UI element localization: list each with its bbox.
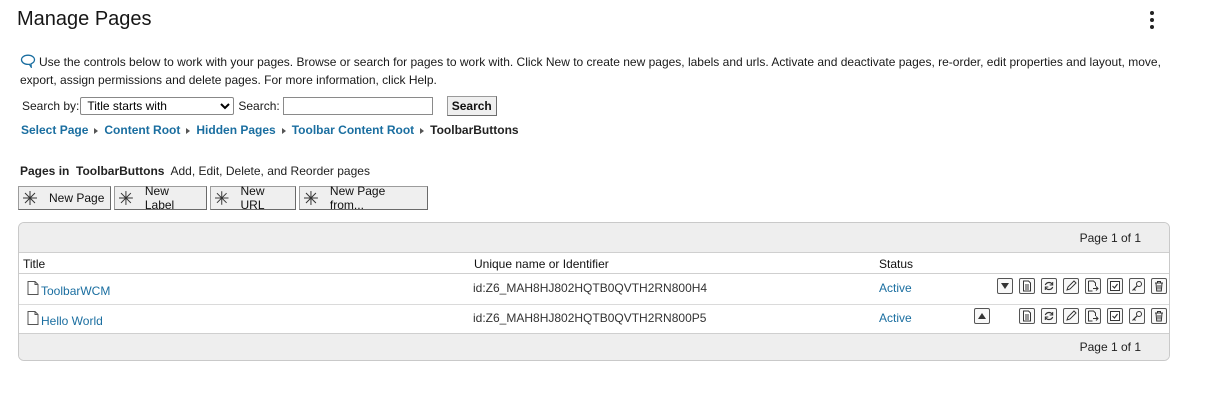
pages-table: Page 1 of 1 Title Unique name or Identif… — [18, 222, 1170, 361]
properties-icon[interactable] — [1019, 278, 1035, 294]
permissions-icon[interactable] — [1129, 308, 1145, 324]
new-star-icon — [119, 191, 133, 205]
edit-layout-icon[interactable] — [1107, 308, 1123, 324]
new-page-from-button[interactable]: New Page from... — [299, 184, 428, 212]
new-url-label: New URL — [240, 184, 265, 212]
pager-top: Page 1 of 1 — [19, 223, 1169, 252]
properties-icon[interactable] — [1019, 308, 1035, 324]
new-buttons-toolbar: New Page New Label New URL New Page from… — [18, 184, 431, 212]
new-url-button[interactable]: New URL — [210, 184, 296, 212]
pages-in-prefix: Pages in — [20, 164, 70, 178]
pages-in-suffix: Add, Edit, Delete, and Reorder pages — [170, 164, 370, 178]
column-title: Title — [23, 257, 46, 271]
row-uid: id:Z6_MAH8HJ802HQTB0QVTH2RN800H4 — [473, 281, 708, 295]
delete-icon[interactable] — [1151, 308, 1167, 324]
new-star-icon — [23, 191, 37, 205]
row-title-link[interactable]: ToolbarWCM — [41, 284, 110, 298]
move-icon[interactable] — [1085, 308, 1101, 324]
kebab-menu-icon[interactable] — [1142, 8, 1162, 32]
edit-layout-icon[interactable] — [1107, 278, 1123, 294]
page-document-icon — [27, 311, 39, 325]
pager-bottom: Page 1 of 1 — [19, 333, 1169, 360]
new-page-button[interactable]: New Page — [18, 186, 111, 210]
edit-icon[interactable] — [1063, 308, 1079, 324]
page-document-icon — [27, 281, 39, 295]
page-title: Manage Pages — [17, 8, 152, 30]
help-description: Use the controls below to work with your… — [20, 53, 1190, 89]
row-uid: id:Z6_MAH8HJ802HQTB0QVTH2RN800P5 — [473, 311, 707, 325]
permissions-icon[interactable] — [1129, 278, 1145, 294]
pages-in-name: ToolbarButtons — [76, 164, 165, 178]
search-bar: Search by: Title starts with Search: Sea… — [22, 96, 497, 116]
breadcrumb-hidden-pages[interactable]: Hidden Pages — [196, 123, 275, 137]
row-title-link[interactable]: Hello World — [41, 314, 103, 328]
row-status-link[interactable]: Active — [879, 311, 912, 325]
row-status-link[interactable]: Active — [879, 281, 912, 295]
new-label-button[interactable]: New Label — [114, 184, 207, 212]
row-title-cell: ToolbarWCM — [27, 281, 110, 298]
activate-icon[interactable] — [1041, 308, 1057, 324]
new-page-from-label: New Page from... — [329, 184, 386, 212]
search-button[interactable]: Search — [446, 96, 497, 116]
breadcrumb-toolbar-content-root[interactable]: Toolbar Content Root — [292, 123, 414, 137]
breadcrumb-select-page[interactable]: Select Page — [21, 123, 88, 137]
new-label-label: New Label — [144, 184, 175, 212]
edit-icon[interactable] — [1063, 278, 1079, 294]
table-row: ToolbarWCM id:Z6_MAH8HJ802HQTB0QVTH2RN80… — [19, 275, 1169, 305]
breadcrumb-separator-icon — [94, 128, 99, 134]
delete-icon[interactable] — [1151, 278, 1167, 294]
breadcrumb-current: ToolbarButtons — [430, 123, 519, 137]
breadcrumb-separator-icon — [281, 128, 286, 134]
breadcrumb-separator-icon — [186, 128, 191, 134]
table-header: Title Unique name or Identifier Status — [19, 252, 1169, 274]
search-input[interactable] — [282, 97, 433, 115]
move-up-icon[interactable] — [974, 308, 990, 324]
pager-top-text: Page 1 of 1 — [1079, 230, 1141, 245]
search-by-label: Search by: — [22, 99, 80, 113]
move-icon[interactable] — [1085, 278, 1101, 294]
breadcrumb: Select Page Content Root Hidden Pages To… — [21, 122, 519, 138]
search-by-select[interactable]: Title starts with — [80, 97, 235, 115]
new-page-label: New Page — [49, 191, 105, 205]
table-row: Hello World id:Z6_MAH8HJ802HQTB0QVTH2RN8… — [19, 305, 1169, 335]
column-status: Status — [879, 257, 914, 271]
activate-icon[interactable] — [1041, 278, 1057, 294]
pages-in-heading: Pages in ToolbarButtons Add, Edit, Delet… — [20, 164, 370, 178]
move-down-icon[interactable] — [997, 278, 1013, 294]
new-star-icon — [304, 191, 318, 205]
breadcrumb-separator-icon — [420, 128, 425, 134]
speech-bubble-help-icon — [20, 54, 36, 68]
help-text: Use the controls below to work with your… — [20, 55, 1161, 87]
search-label: Search: — [238, 99, 280, 113]
new-star-icon — [215, 191, 229, 205]
pager-bottom-text: Page 1 of 1 — [1079, 340, 1141, 354]
column-uid: Unique name or Identifier — [474, 257, 609, 271]
row-title-cell: Hello World — [27, 311, 103, 328]
breadcrumb-content-root[interactable]: Content Root — [104, 123, 180, 137]
